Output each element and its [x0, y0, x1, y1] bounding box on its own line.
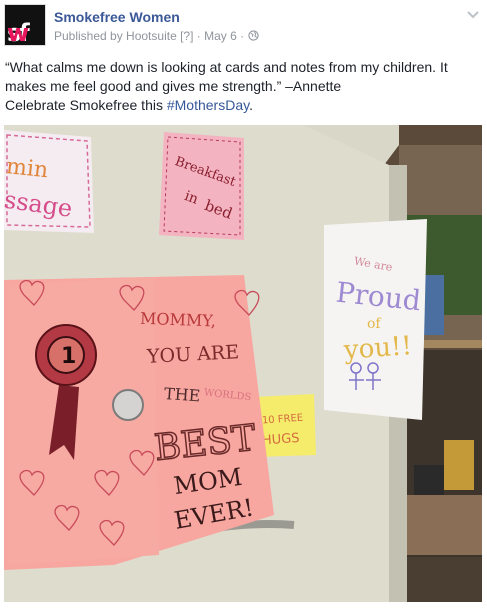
card-text: HUGS [261, 431, 300, 449]
facebook-post: sf w Smokefree Women Published by Hootsui… [0, 0, 487, 610]
page-avatar[interactable]: sf w [4, 4, 46, 46]
page-name-link[interactable]: Smokefree Women [54, 9, 180, 25]
chevron-down-icon[interactable] [465, 6, 481, 22]
card-text: MOMMY, [140, 309, 216, 331]
magnet [112, 389, 144, 421]
post-text-suffix: . [249, 97, 253, 113]
card-text: min [5, 154, 49, 183]
post-text-line: “What calms me down is looking at cards … [5, 59, 448, 75]
hashtag-link[interactable]: #MothersDay [167, 97, 249, 113]
meta-separator: · [196, 29, 201, 43]
post-text-line: makes me feel good and gives me strength… [5, 78, 342, 94]
card-text: you!! [342, 331, 413, 366]
post-date[interactable]: May 6 [204, 29, 237, 43]
post-text-prefix: Celebrate Smokefree this [5, 97, 167, 113]
card-text: of [367, 316, 382, 332]
post-photo[interactable]: min ssage Breakfast in bed We are Proud … [4, 125, 482, 602]
post-text-line: Celebrate Smokefree this #MothersDay. [5, 96, 475, 115]
post-text: “What calms me down is looking at cards … [5, 58, 475, 115]
globe-icon [247, 30, 259, 41]
help-marker[interactable]: [?] [180, 29, 193, 43]
published-by: Published by Hootsuite [54, 29, 177, 43]
post-meta: Published by Hootsuite [?] · May 6 · [54, 29, 259, 43]
ribbon-number: 1 [61, 344, 76, 369]
avatar-letter-w: w [7, 19, 29, 46]
card-text: THE [163, 384, 201, 405]
meta-separator: · [240, 29, 245, 43]
